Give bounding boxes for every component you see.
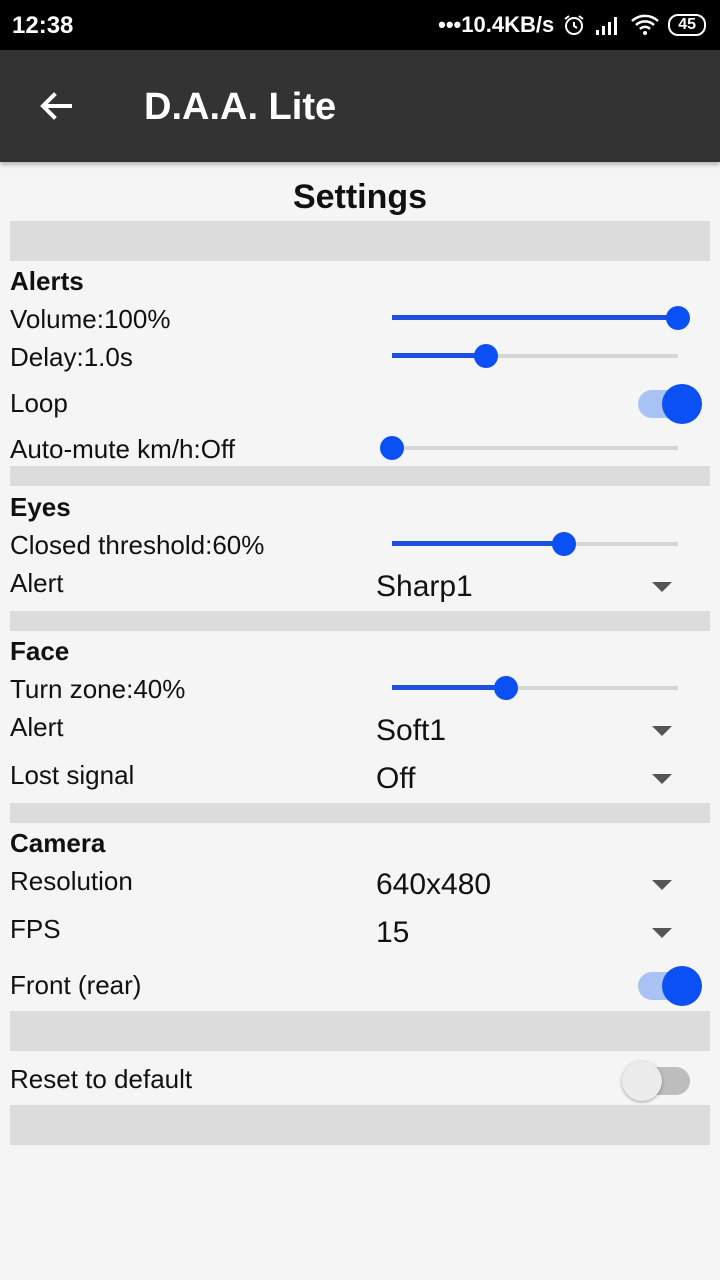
slider-fill	[392, 685, 507, 690]
face-alert-dropdown[interactable]: Soft1	[376, 708, 676, 752]
volume-label: Volume:100%	[10, 304, 171, 334]
app-bar: D.A.A. Lite	[0, 50, 720, 162]
slider-track	[392, 446, 678, 450]
page-title: Settings	[292, 178, 428, 216]
slider-fill	[392, 315, 678, 320]
toggle-knob	[662, 384, 702, 424]
section-divider	[10, 803, 710, 823]
closed-threshold-label: Closed threshold:60%	[10, 530, 265, 560]
eyes-alert-dropdown[interactable]: Sharp1	[376, 564, 676, 608]
section-divider	[10, 611, 710, 631]
loop-toggle[interactable]	[636, 380, 706, 424]
status-time: 12:38	[12, 12, 74, 39]
toggle-knob	[622, 1061, 662, 1101]
delay-slider[interactable]	[392, 341, 678, 371]
toggle-knob	[662, 966, 702, 1006]
battery-icon: 45	[668, 14, 706, 36]
slider-thumb[interactable]	[380, 436, 404, 460]
alarm-icon	[564, 15, 584, 35]
wifi-icon	[631, 14, 660, 35]
section-divider	[10, 1011, 710, 1051]
resolution-label: Resolution	[10, 866, 133, 896]
resolution-dropdown[interactable]: 640x480	[376, 862, 676, 906]
auto-mute-label: Auto-mute km/h:Off	[10, 434, 235, 464]
status-icons: •••10.4KB/s 45	[438, 10, 706, 40]
delay-label: Delay:1.0s	[10, 342, 133, 372]
lost-signal-label: Lost signal	[10, 760, 135, 790]
status-bar: 12:38 •••10.4KB/s 45	[0, 0, 720, 50]
signal-icon	[596, 17, 618, 35]
eyes-alert-label: Alert	[10, 568, 64, 598]
face-alert-label: Alert	[10, 712, 64, 742]
auto-mute-slider[interactable]	[380, 433, 678, 463]
dropdown-value: 640x480	[376, 868, 492, 901]
section-title-eyes: Eyes	[10, 492, 71, 522]
caret-down-icon	[652, 582, 672, 592]
slider-thumb[interactable]	[494, 676, 519, 700]
arrow-left-icon[interactable]	[36, 86, 76, 126]
slider-thumb[interactable]	[474, 344, 499, 368]
closed-threshold-slider[interactable]	[392, 529, 678, 559]
section-divider	[10, 221, 710, 261]
reset-toggle[interactable]	[622, 1057, 706, 1101]
slider-thumb[interactable]	[551, 532, 576, 556]
dropdown-value: Soft1	[376, 714, 447, 747]
turn-zone-slider[interactable]	[392, 673, 678, 703]
fps-label: FPS	[10, 914, 61, 944]
section-divider	[10, 466, 710, 486]
section-title-face: Face	[10, 636, 70, 666]
dropdown-value: Off	[376, 762, 416, 795]
caret-down-icon	[652, 880, 672, 890]
section-title-camera: Camera	[10, 828, 106, 858]
app-title: D.A.A. Lite	[144, 86, 337, 128]
network-speed: •••10.4KB/s	[438, 12, 555, 37]
caret-down-icon	[652, 774, 672, 784]
reset-label: Reset to default	[10, 1064, 193, 1094]
volume-slider[interactable]	[392, 303, 690, 333]
lost-signal-dropdown[interactable]: Off	[376, 756, 676, 800]
slider-thumb[interactable]	[666, 306, 690, 330]
caret-down-icon	[652, 726, 672, 736]
section-divider	[10, 1105, 710, 1145]
loop-label: Loop	[10, 388, 68, 418]
dropdown-value: Sharp1	[376, 570, 473, 603]
slider-fill	[392, 353, 487, 358]
front-rear-toggle[interactable]	[636, 962, 706, 1006]
section-title-alerts: Alerts	[10, 266, 84, 296]
front-rear-label: Front (rear)	[10, 970, 142, 1000]
fps-dropdown[interactable]: 15	[376, 910, 676, 954]
dropdown-value: 15	[376, 916, 410, 949]
caret-down-icon	[652, 928, 672, 938]
turn-zone-label: Turn zone:40%	[10, 674, 186, 704]
slider-fill	[392, 541, 564, 546]
